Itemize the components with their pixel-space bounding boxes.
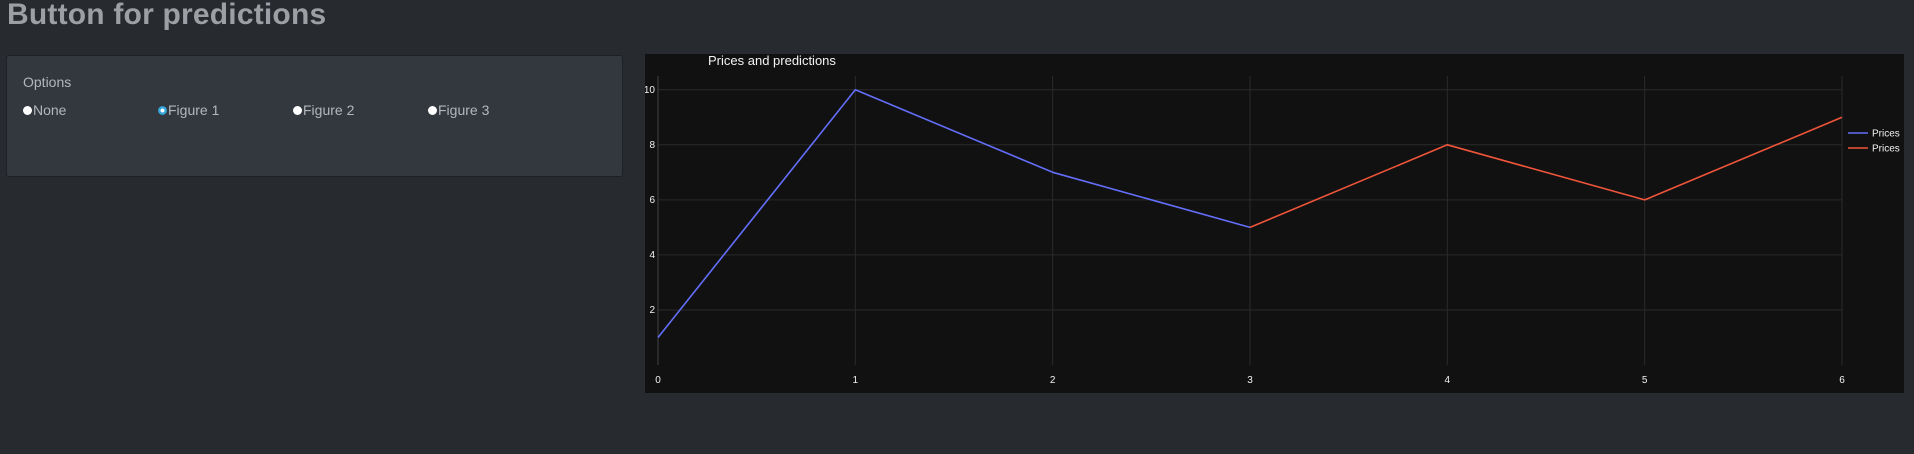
- radio-button-figure-3[interactable]: [428, 105, 437, 115]
- x-tick-label: 4: [1445, 375, 1451, 386]
- radio-figure-2[interactable]: Figure 2: [293, 100, 354, 120]
- y-tick-label: 6: [649, 195, 655, 206]
- x-tick-label: 1: [853, 375, 859, 386]
- x-tick-label: 3: [1247, 375, 1253, 386]
- price-chart[interactable]: 0 1 2 3 4 5 6 2 4 6 8 10 Prices and predictions Price…: [645, 54, 1904, 393]
- x-tick-label: 5: [1642, 375, 1648, 386]
- radio-button-none[interactable]: [23, 105, 32, 115]
- radio-label-figure-1: Figure 1: [168, 102, 220, 118]
- options-panel: Options None Figure 1 Figure 2 Figure 3: [6, 55, 623, 177]
- legend-label: Prices: [1872, 129, 1900, 140]
- options-label: Options: [23, 74, 72, 90]
- radio-button-figure-2[interactable]: [293, 105, 302, 115]
- radio-label-figure-2: Figure 2: [303, 102, 355, 118]
- radio-none[interactable]: None: [23, 100, 66, 120]
- series-line-1: [657, 88, 1251, 338]
- chart-svg: 0 1 2 3 4 5 6 2 4 6 8 10 Prices and predictions Price…: [645, 54, 1900, 386]
- figure-radio-group: None Figure 1 Figure 2 Figure 3: [23, 100, 603, 120]
- radio-figure-1[interactable]: Figure 1: [158, 100, 219, 120]
- radio-button-figure-1[interactable]: [158, 105, 167, 115]
- x-tick-label: 6: [1839, 375, 1845, 386]
- radio-figure-3[interactable]: Figure 3: [428, 100, 489, 120]
- series-line-2: [1249, 116, 1843, 229]
- page-title: Button for predictions: [7, 0, 327, 31]
- radio-label-none: None: [33, 102, 67, 118]
- y-tick-label: 2: [649, 305, 655, 316]
- chart-title: Prices and predictions: [708, 54, 836, 68]
- y-tick-label: 4: [649, 250, 655, 261]
- legend-label: Prices: [1872, 144, 1900, 155]
- x-tick-label: 0: [655, 375, 661, 386]
- radio-label-figure-3: Figure 3: [438, 102, 490, 118]
- y-tick-label: 8: [649, 140, 655, 151]
- x-tick-label: 2: [1050, 375, 1056, 386]
- y-tick-label: 10: [645, 85, 655, 96]
